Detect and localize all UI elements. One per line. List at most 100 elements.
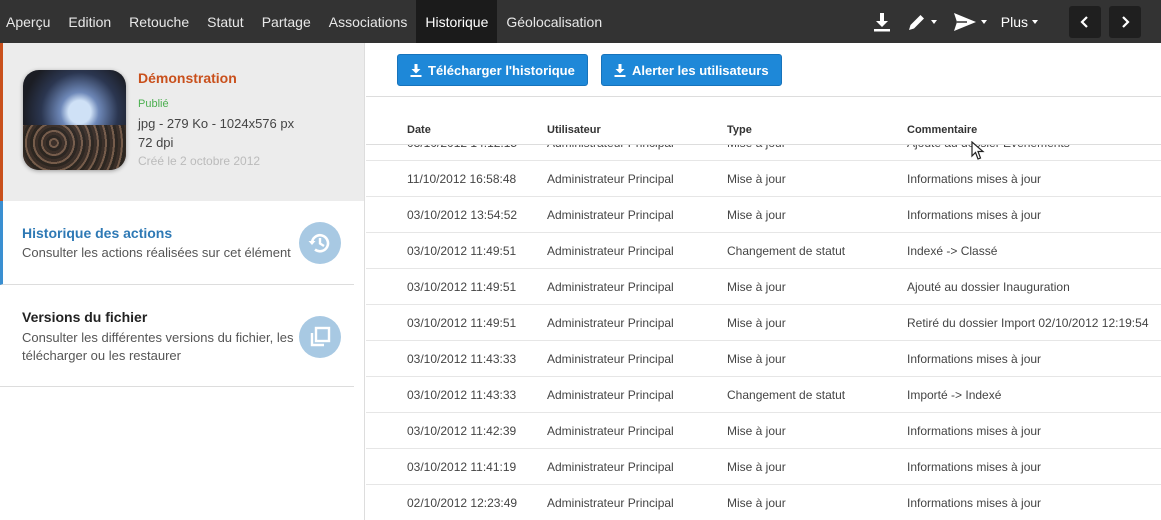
send-icon — [953, 12, 976, 31]
asset-title: Démonstration — [138, 70, 237, 86]
action-buttons-bar: Télécharger l'historique Alerter les uti… — [366, 43, 1161, 97]
section-description: Consulter les actions réalisées sur cet … — [22, 245, 291, 260]
tab-partage[interactable]: Partage — [253, 0, 320, 43]
cell-comment: Retiré du dossier Import 02/10/2012 12:1… — [907, 316, 1149, 330]
cell-user: Administrateur Principal — [547, 388, 674, 402]
section-action-history[interactable]: Historique des actions Consulter les act… — [0, 201, 354, 285]
cell-type: Mise à jour — [727, 424, 786, 438]
tab-edition[interactable]: Edition — [59, 0, 120, 43]
cell-user: Administrateur Principal — [547, 424, 674, 438]
cell-user: Administrateur Principal — [547, 316, 674, 330]
tab-apercu[interactable]: Aperçu — [0, 0, 59, 43]
section-file-versions[interactable]: Versions du fichier Consulter les différ… — [0, 285, 354, 387]
chevron-down-icon — [1032, 19, 1038, 24]
cell-comment: Indexé -> Classé — [907, 244, 998, 258]
cell-user: Administrateur Principal — [547, 460, 674, 474]
table-row[interactable]: 03/10/2012 11:43:33 Administrateur Princ… — [366, 341, 1161, 377]
tab-retouche[interactable]: Retouche — [120, 0, 198, 43]
tab-geolocalisation[interactable]: Géolocalisation — [497, 0, 611, 43]
table-row[interactable]: 11/10/2012 16:58:48 Administrateur Princ… — [366, 161, 1161, 197]
cell-date: 11/10/2012 16:58:48 — [407, 172, 517, 186]
cell-type: Mise à jour — [727, 316, 786, 330]
column-header-date[interactable]: Date — [407, 124, 431, 136]
chevron-left-icon — [1080, 15, 1088, 28]
plus-dropdown-button[interactable]: Plus — [1001, 14, 1038, 30]
section-description: Consulter les différentes versions du fi… — [22, 330, 294, 363]
cell-comment: Importé -> Indexé — [907, 388, 1002, 402]
table-row[interactable]: 03/10/2012 11:42:39 Administrateur Princ… — [366, 413, 1161, 449]
cell-comment: Informations mises à jour — [907, 172, 1042, 186]
chevron-down-icon — [980, 19, 987, 24]
download-icon — [873, 12, 890, 31]
next-button[interactable] — [1109, 5, 1141, 38]
cell-comment: Informations mises à jour — [907, 352, 1042, 366]
asset-status: Publié — [138, 98, 169, 110]
table-row[interactable]: 02/10/2012 12:23:49 Administrateur Princ… — [366, 485, 1161, 520]
tab-statut[interactable]: Statut — [198, 0, 253, 43]
toolbar-actions: Plus — [873, 0, 1161, 43]
cell-date: 02/10/2012 12:23:49 — [407, 496, 518, 510]
tab-associations[interactable]: Associations — [320, 0, 417, 43]
cell-date: 03/10/2012 11:42:39 — [407, 424, 517, 438]
alert-users-button[interactable]: Alerter les utilisateurs — [601, 54, 782, 86]
mouse-cursor-icon — [971, 141, 985, 160]
cell-date: 03/10/2012 13:54:52 — [407, 208, 518, 222]
column-header-type[interactable]: Type — [727, 124, 752, 136]
share-dropdown-button[interactable] — [953, 12, 987, 32]
left-panel: Démonstration Publié jpg - 279 Ko - 1024… — [0, 43, 365, 520]
download-button[interactable] — [873, 12, 891, 32]
cell-user: Administrateur Principal — [547, 208, 674, 222]
table-row[interactable]: 03/10/2012 11:43:33 Administrateur Princ… — [366, 377, 1161, 413]
top-navbar: Aperçu Edition Retouche Statut Partage A… — [0, 0, 1161, 43]
tab-bar: Aperçu Edition Retouche Statut Partage A… — [0, 0, 611, 43]
history-icon — [299, 222, 341, 264]
download-icon — [410, 63, 422, 77]
download-history-button[interactable]: Télécharger l'historique — [397, 54, 588, 86]
cell-date: 03/10/2012 11:43:33 — [407, 388, 517, 402]
table-row[interactable]: 03/10/2012 11:49:51 Administrateur Princ… — [366, 269, 1161, 305]
cell-date: 03/10/2012 11:43:33 — [407, 352, 517, 366]
previous-button[interactable] — [1069, 5, 1101, 38]
section-title: Historique des actions — [22, 225, 173, 241]
pencil-icon — [908, 14, 924, 30]
table-row[interactable]: 03/10/2012 11:49:51 Administrateur Princ… — [366, 233, 1161, 269]
cell-comment: Informations mises à jour — [907, 496, 1042, 510]
cell-type: Mise à jour — [727, 496, 786, 510]
cell-user: Administrateur Principal — [547, 280, 674, 294]
plus-label: Plus — [1000, 13, 1028, 30]
cell-user: Administrateur Principal — [547, 352, 674, 366]
cell-date: 03/10/2012 11:49:51 — [407, 244, 517, 258]
cell-user: Administrateur Principal — [547, 496, 674, 510]
table-row[interactable]: 03/10/2012 11:41:19 Administrateur Princ… — [366, 449, 1161, 485]
table-header: Date Utilisateur Type Commentaire — [366, 115, 1161, 145]
asset-resolution: 72 dpi — [138, 135, 174, 150]
cell-date: 03/10/2012 11:49:51 — [407, 316, 517, 330]
cell-comment: Informations mises à jour — [907, 424, 1042, 438]
cell-date: 03/10/2012 11:49:51 — [407, 280, 517, 294]
history-panel: Télécharger l'historique Alerter les uti… — [366, 43, 1161, 520]
download-history-label: Télécharger l'historique — [428, 62, 575, 78]
section-title: Versions du fichier — [22, 309, 148, 325]
cell-type: Mise à jour — [727, 208, 786, 222]
chevron-down-icon — [930, 19, 937, 24]
table-row[interactable]: 03/10/2012 13:54:52 Administrateur Princ… — [366, 197, 1161, 233]
cell-date: 03/10/2012 11:41:19 — [407, 460, 517, 474]
table-row[interactable]: 03/10/2012 11:49:51 Administrateur Princ… — [366, 305, 1161, 341]
cell-user: Administrateur Principal — [547, 172, 674, 186]
asset-file-info: jpg - 279 Ko - 1024x576 px — [138, 116, 295, 131]
tab-historique[interactable]: Historique — [416, 0, 498, 43]
cell-user: Administrateur Principal — [547, 244, 674, 258]
thumbnail-audience — [23, 125, 126, 170]
cell-type: Mise à jour — [727, 352, 786, 366]
asset-summary-card: Démonstration Publié jpg - 279 Ko - 1024… — [0, 43, 364, 201]
cell-comment: Ajouté au dossier Inauguration — [907, 280, 1070, 294]
cell-type: Changement de statut — [727, 244, 846, 258]
download-icon — [614, 63, 626, 77]
edit-dropdown-button[interactable] — [907, 12, 937, 32]
asset-thumbnail[interactable] — [23, 70, 126, 170]
cell-comment: Informations mises à jour — [907, 208, 1042, 222]
asset-created-date: Créé le 2 octobre 2012 — [138, 154, 261, 168]
copy-icon — [299, 316, 341, 358]
column-header-comment[interactable]: Commentaire — [907, 124, 977, 136]
column-header-user[interactable]: Utilisateur — [547, 124, 601, 136]
